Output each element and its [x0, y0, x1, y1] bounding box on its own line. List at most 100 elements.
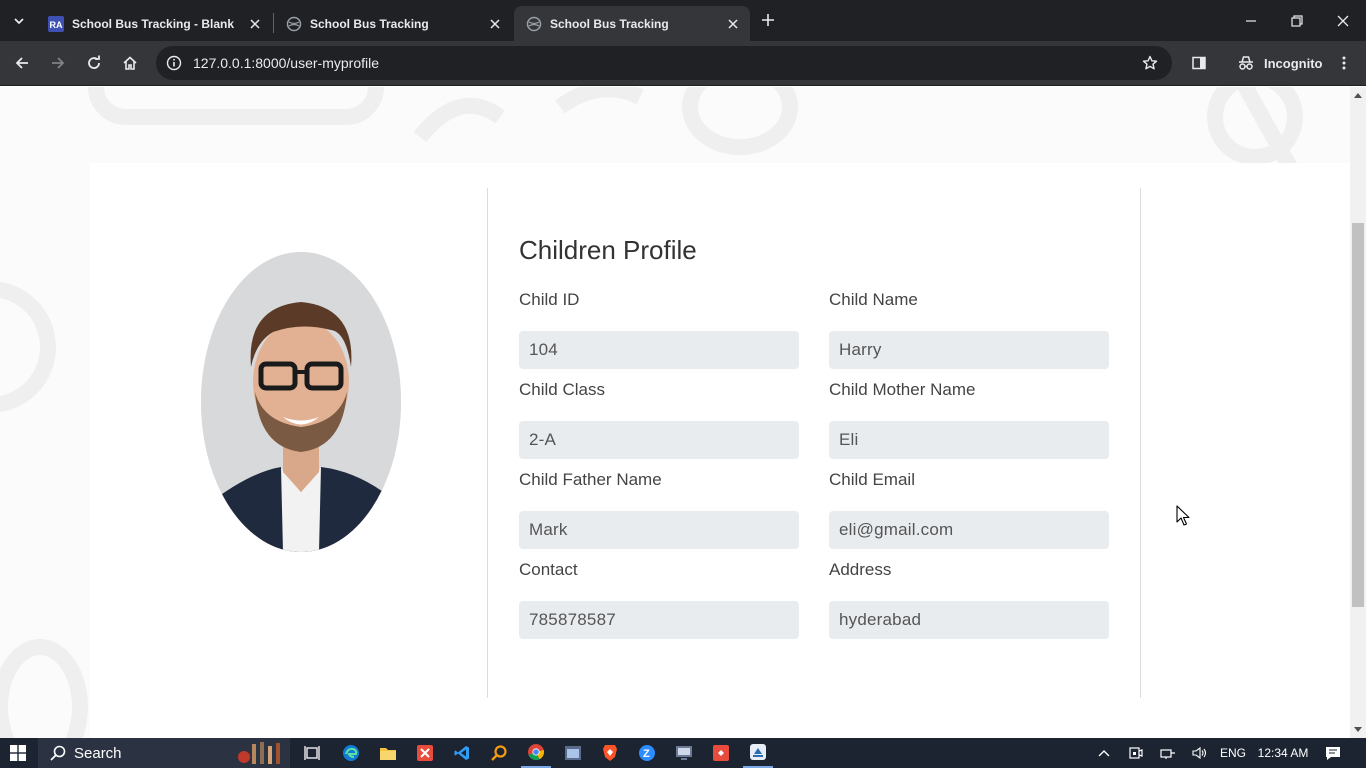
minimize-icon [1246, 19, 1256, 22]
tab-title: School Bus Tracking - Blank Pa [72, 16, 238, 31]
address-bar[interactable]: 127.0.0.1:8000/user-myprofile [156, 46, 1172, 80]
bookmark-star-icon[interactable] [1140, 53, 1160, 73]
edge-app[interactable] [336, 738, 366, 768]
magnifier-app-icon [491, 745, 507, 761]
scrollbar-thumb[interactable] [1352, 223, 1364, 607]
child-id-label: Child ID [519, 290, 580, 309]
close-tab-icon[interactable] [486, 15, 504, 33]
notifications-button[interactable] [1322, 738, 1344, 768]
clock[interactable]: 12:34 AM [1252, 738, 1314, 768]
child-name-field[interactable] [829, 331, 1109, 369]
search-highlight-icon [238, 742, 280, 764]
forward-button[interactable] [44, 49, 72, 77]
meet-now-icon [1129, 747, 1143, 759]
close-window-button[interactable] [1320, 0, 1366, 41]
more-vertical-icon [1342, 56, 1346, 70]
vscode-icon [454, 746, 469, 760]
child-id-field[interactable] [519, 331, 799, 369]
taskbar-search-box[interactable]: Search [38, 738, 290, 768]
task-view-icon [304, 746, 320, 760]
monitor-icon [676, 746, 692, 760]
site-info-icon[interactable] [164, 53, 184, 73]
windows-taskbar: Search Z ENG 12:34 AM [0, 738, 1366, 768]
triangle-up-icon [1354, 93, 1362, 98]
reload-icon [88, 55, 100, 69]
chevron-down-icon [14, 18, 24, 25]
app-red-tile[interactable] [410, 738, 440, 768]
home-button[interactable] [116, 49, 144, 77]
close-tab-icon[interactable] [246, 15, 264, 33]
zoom-app[interactable]: Z [632, 738, 662, 768]
back-button[interactable] [8, 49, 36, 77]
side-panel-icon [1192, 56, 1206, 70]
browser-tab-2[interactable]: School Bus Tracking [274, 6, 512, 41]
minimize-button[interactable] [1228, 0, 1274, 41]
chevron-up-icon [1098, 750, 1110, 757]
contact-field[interactable] [519, 601, 799, 639]
new-tab-button[interactable] [756, 8, 780, 32]
incognito-label: Incognito [1264, 55, 1323, 71]
browser-tab-strip: RA School Bus Tracking - Blank Pa School… [0, 0, 1366, 41]
show-hidden-icons-button[interactable] [1092, 738, 1116, 768]
page-title: Children Profile [519, 235, 697, 265]
scroll-down-button[interactable] [1350, 722, 1366, 738]
child-name-label: Child Name [829, 290, 918, 309]
remote-desktop-icon [713, 745, 729, 761]
tray-device-icon-button[interactable] [1124, 738, 1148, 768]
folder-icon [380, 748, 396, 760]
app-window-tile[interactable] [558, 738, 588, 768]
zoom-icon: Z [639, 745, 655, 761]
address-field[interactable] [829, 601, 1109, 639]
child-father-name-label: Child Father Name [519, 470, 662, 489]
reload-button[interactable] [80, 49, 108, 77]
child-mother-name-field[interactable] [829, 421, 1109, 459]
svg-text:RA: RA [50, 20, 63, 30]
child-class-field[interactable] [519, 421, 799, 459]
scroll-up-button[interactable] [1350, 87, 1366, 103]
vscode-app[interactable] [447, 738, 477, 768]
windows-logo-icon [10, 745, 26, 761]
incognito-indicator[interactable]: Incognito [1228, 48, 1335, 78]
search-app[interactable] [484, 738, 514, 768]
task-view-button[interactable] [298, 738, 326, 768]
brave-app[interactable] [595, 738, 625, 768]
child-mother-name-label: Child Mother Name [829, 380, 976, 399]
anydesk-app[interactable] [706, 738, 736, 768]
python-icon [750, 744, 766, 760]
chrome-app[interactable] [521, 738, 551, 768]
page-scrollbar[interactable] [1350, 87, 1366, 738]
person-photo [201, 252, 401, 552]
volume-button[interactable] [1188, 738, 1212, 768]
side-panel-button[interactable] [1185, 49, 1213, 77]
child-email-field[interactable] [829, 511, 1109, 549]
language-indicator[interactable]: ENG [1218, 738, 1248, 768]
url-text[interactable]: 127.0.0.1:8000/user-myprofile [193, 55, 379, 71]
tab-search-button[interactable] [6, 8, 32, 34]
profile-avatar [201, 252, 401, 552]
browser-tab-3-active[interactable]: School Bus Tracking [514, 6, 750, 41]
address-label: Address [829, 560, 892, 579]
page-viewport: Children Profile Child ID Child Name Chi… [0, 87, 1350, 738]
browser-tab-1[interactable]: RA School Bus Tracking - Blank Pa [36, 6, 272, 41]
profile-card: Children Profile Child ID Child Name Chi… [90, 163, 1350, 738]
python-app[interactable] [743, 738, 773, 768]
svg-text:Z: Z [643, 748, 650, 760]
plus-icon [762, 14, 774, 26]
globe-icon [286, 16, 302, 32]
network-icon [1160, 749, 1175, 759]
close-tab-icon[interactable] [724, 15, 742, 33]
child-father-name-field[interactable] [519, 511, 799, 549]
incognito-icon [1236, 53, 1256, 73]
file-explorer-app[interactable] [373, 738, 403, 768]
globe-icon [526, 16, 542, 32]
start-button[interactable] [0, 738, 36, 768]
browser-menu-button[interactable] [1330, 49, 1358, 77]
divider-right [1140, 188, 1141, 698]
triangle-down-icon [1354, 727, 1362, 732]
network-button[interactable] [1156, 738, 1180, 768]
tab-title: School Bus Tracking [310, 16, 429, 31]
contact-label: Contact [519, 560, 578, 579]
chrome-icon [528, 744, 545, 761]
restore-button[interactable] [1274, 0, 1320, 41]
monitor-app[interactable] [669, 738, 699, 768]
